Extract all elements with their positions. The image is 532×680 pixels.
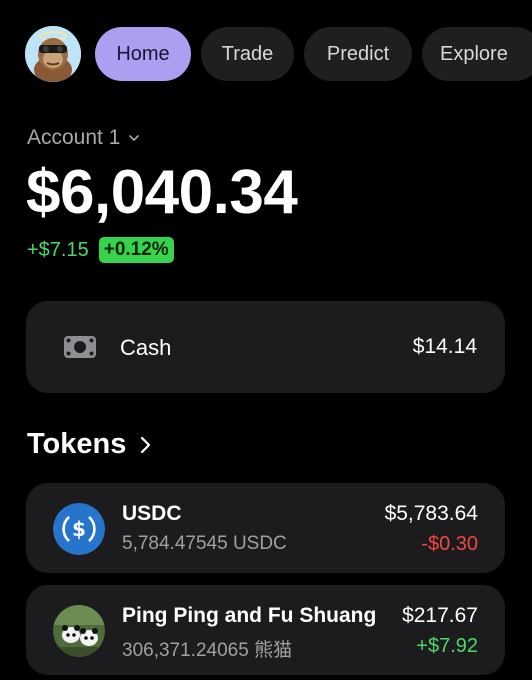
token-amount: 5,784.47545 USDC xyxy=(122,533,287,554)
tab-explore-label: Explore xyxy=(440,42,508,65)
wallet-home-screen: Home Trade Predict Explore Account 1 $6,… xyxy=(0,0,532,680)
tab-explore[interactable]: Explore xyxy=(422,27,532,81)
token-change: +$7.92 xyxy=(416,635,478,657)
cash-value: $14.14 xyxy=(412,335,477,358)
svg-text:$: $ xyxy=(72,517,86,541)
cash-label: Cash xyxy=(120,335,172,360)
tab-home-label: Home xyxy=(116,42,170,65)
tab-home[interactable]: Home xyxy=(95,27,191,81)
token-row[interactable]: Ping Ping and Fu Shuang 306,371.24065 熊猫… xyxy=(26,585,505,675)
tokens-section-header[interactable]: Tokens xyxy=(27,428,152,461)
usdc-icon: $ xyxy=(53,503,105,555)
token-value: $217.67 xyxy=(402,604,478,627)
token-name: Ping Ping and Fu Shuang xyxy=(122,604,377,627)
total-balance: $6,040.34 xyxy=(26,158,298,227)
ape-avatar-icon[interactable] xyxy=(25,26,81,82)
tab-predict[interactable]: Predict xyxy=(304,27,412,81)
token-name: USDC xyxy=(122,502,182,525)
top-nav: Home Trade Predict Explore xyxy=(25,26,532,82)
token-value: $5,783.64 xyxy=(384,502,478,525)
token-change: -$0.30 xyxy=(421,533,478,555)
chevron-down-icon xyxy=(129,135,140,141)
account-selector[interactable]: Account 1 xyxy=(27,126,140,150)
change-amount: +$7.15 xyxy=(27,238,89,261)
tab-predict-label: Predict xyxy=(326,42,390,65)
token-amount: 306,371.24065 熊猫 xyxy=(122,640,293,661)
token-row[interactable]: $ USDC 5,784.47545 USDC $5,783.64 -$0.30 xyxy=(26,483,505,573)
panda-token-icon xyxy=(53,605,105,657)
cash-icon xyxy=(64,336,96,358)
tab-trade[interactable]: Trade xyxy=(201,27,294,81)
account-name: Account 1 xyxy=(27,126,121,149)
change-percent-badge: +0.12% xyxy=(98,237,174,263)
tokens-title: Tokens xyxy=(27,428,127,460)
tab-trade-label: Trade xyxy=(221,42,274,65)
chevron-right-icon xyxy=(141,436,151,453)
cash-card[interactable]: Cash $14.14 xyxy=(26,301,505,393)
balance-change: +$7.15 +0.12% xyxy=(27,237,174,263)
